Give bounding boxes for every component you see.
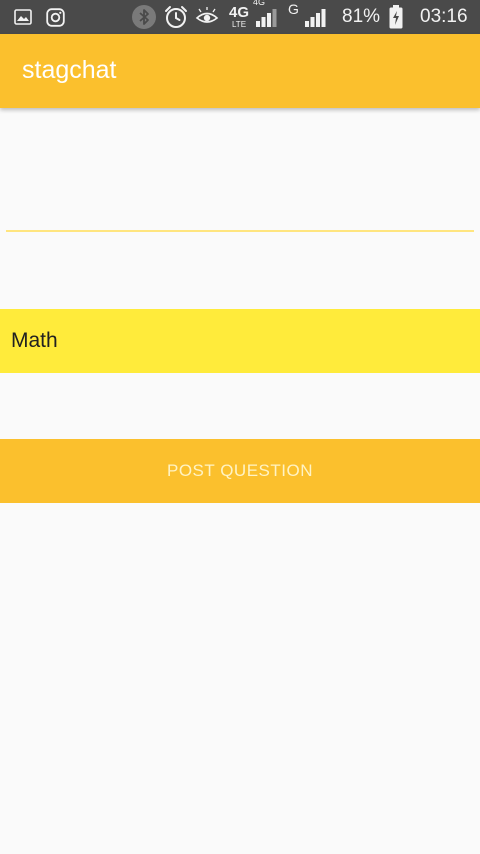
- network-sub-label: LTE: [231, 19, 247, 29]
- instagram-icon: [46, 0, 65, 34]
- post-question-button[interactable]: POST QUESTION: [0, 439, 480, 503]
- post-question-label: POST QUESTION: [167, 461, 313, 480]
- time-label: 03:16: [420, 6, 468, 27]
- subject-spinner[interactable]: Math: [0, 309, 480, 373]
- app-bar: stagchat: [0, 34, 480, 108]
- battery-percent: 81%: [342, 0, 380, 34]
- alarm-icon: [163, 0, 189, 34]
- subject-selected-value: Math: [11, 329, 58, 352]
- question-input[interactable]: [6, 196, 474, 232]
- gallery-icon: [14, 0, 32, 34]
- network-type-2-label: 4G: [253, 0, 266, 7]
- clock: 03:16: [420, 0, 468, 34]
- battery-percent-label: 81%: [342, 6, 381, 27]
- network-type-3-wrap: G: [288, 0, 299, 23]
- app-title: stagchat: [22, 56, 117, 84]
- status-bar: 4G LTE 4G G 81% 03:16: [0, 0, 480, 34]
- network-type-label: 4G: [228, 3, 249, 21]
- network-type-3-label: G: [288, 1, 299, 17]
- signal-icon-2: [303, 0, 331, 34]
- battery-icon: [388, 0, 404, 34]
- network-type-2-label-wrap: 4G: [253, 0, 265, 12]
- eye-icon: [195, 0, 219, 34]
- bluetooth-icon: [131, 0, 157, 34]
- network-4g-lte: 4G LTE: [228, 0, 250, 34]
